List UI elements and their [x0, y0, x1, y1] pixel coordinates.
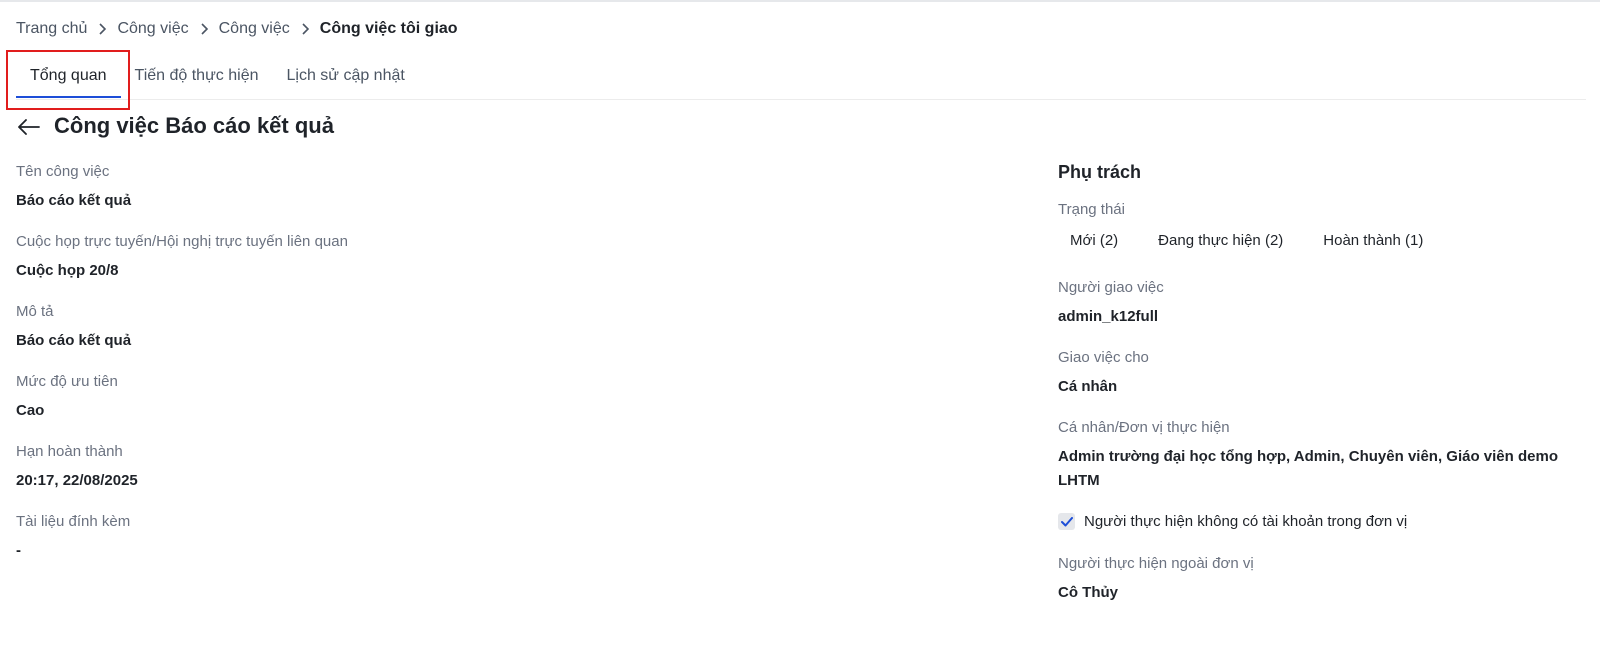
page-title: Công việc Báo cáo kết quả — [54, 113, 334, 138]
executors-label: Cá nhân/Đơn vị thực hiện — [1058, 419, 1230, 436]
status-list: Mới (2) Đang thực hiện (2) Hoàn thành (1… — [1058, 232, 1435, 249]
description-label: Mô tả — [16, 303, 54, 320]
priority-label: Mức độ ưu tiên — [16, 373, 118, 390]
no-account-row: Người thực hiện không có tài khoản trong… — [1058, 513, 1407, 530]
no-account-label: Người thực hiện không có tài khoản trong… — [1084, 513, 1408, 530]
status-completed[interactable]: Hoàn thành (1) — [1311, 232, 1435, 249]
priority-value: Cao — [16, 402, 45, 419]
chevron-right-icon — [189, 23, 219, 35]
check-icon — [1060, 516, 1073, 526]
tab-bar: Tổng quan Tiến độ thực hiện Lịch sử cập … — [16, 58, 419, 100]
status-new[interactable]: Mới (2) — [1058, 232, 1130, 249]
deadline-value: 20:17, 22/08/2025 — [16, 472, 138, 489]
attachments-label: Tài liệu đính kèm — [16, 513, 131, 530]
task-name-label: Tên công việc — [16, 163, 110, 180]
assigner-value: admin_k12full — [1058, 308, 1159, 325]
assigner-label: Người giao việc — [1058, 279, 1164, 296]
tabs-divider — [16, 99, 1586, 100]
breadcrumb-tasks[interactable]: Công việc — [117, 20, 188, 38]
status-label: Trạng thái — [1058, 201, 1125, 218]
breadcrumb: Trang chủ Công việc Công việc Công việc … — [16, 18, 458, 40]
meeting-label: Cuộc họp trực tuyến/Hội nghị trực tuyến … — [16, 233, 348, 250]
no-account-checkbox[interactable] — [1058, 513, 1075, 530]
tab-overview[interactable]: Tổng quan — [16, 58, 121, 98]
attachments-value: - — [16, 542, 21, 559]
tab-progress[interactable]: Tiến độ thực hiện — [121, 58, 273, 98]
assign-to-value: Cá nhân — [1058, 378, 1118, 395]
description-value: Báo cáo kết quả — [16, 332, 132, 349]
chevron-right-icon — [290, 23, 320, 35]
breadcrumb-current: Công việc tôi giao — [319, 20, 458, 37]
external-label: Người thực hiện ngoài đơn vị — [1058, 555, 1254, 572]
meeting-value: Cuộc họp 20/8 — [16, 262, 119, 279]
status-in-progress[interactable]: Đang thực hiện (2) — [1146, 232, 1295, 249]
top-divider — [0, 0, 1600, 2]
deadline-label: Hạn hoàn thành — [16, 443, 123, 460]
back-arrow-icon[interactable] — [16, 114, 42, 140]
chevron-right-icon — [87, 23, 117, 35]
external-value: Cô Thủy — [1058, 584, 1118, 601]
section-title-responsible: Phụ trách — [1058, 162, 1142, 182]
tab-history[interactable]: Lịch sử cập nhật — [272, 58, 418, 98]
executors-value: Admin trường đại học tổng hợp, Admin, Ch… — [1058, 448, 1558, 489]
assign-to-label: Giao việc cho — [1058, 349, 1149, 366]
breadcrumb-tasks-sub[interactable]: Công việc — [219, 20, 290, 38]
task-name-value: Báo cáo kết quả — [16, 192, 132, 209]
breadcrumb-home[interactable]: Trang chủ — [16, 20, 87, 38]
